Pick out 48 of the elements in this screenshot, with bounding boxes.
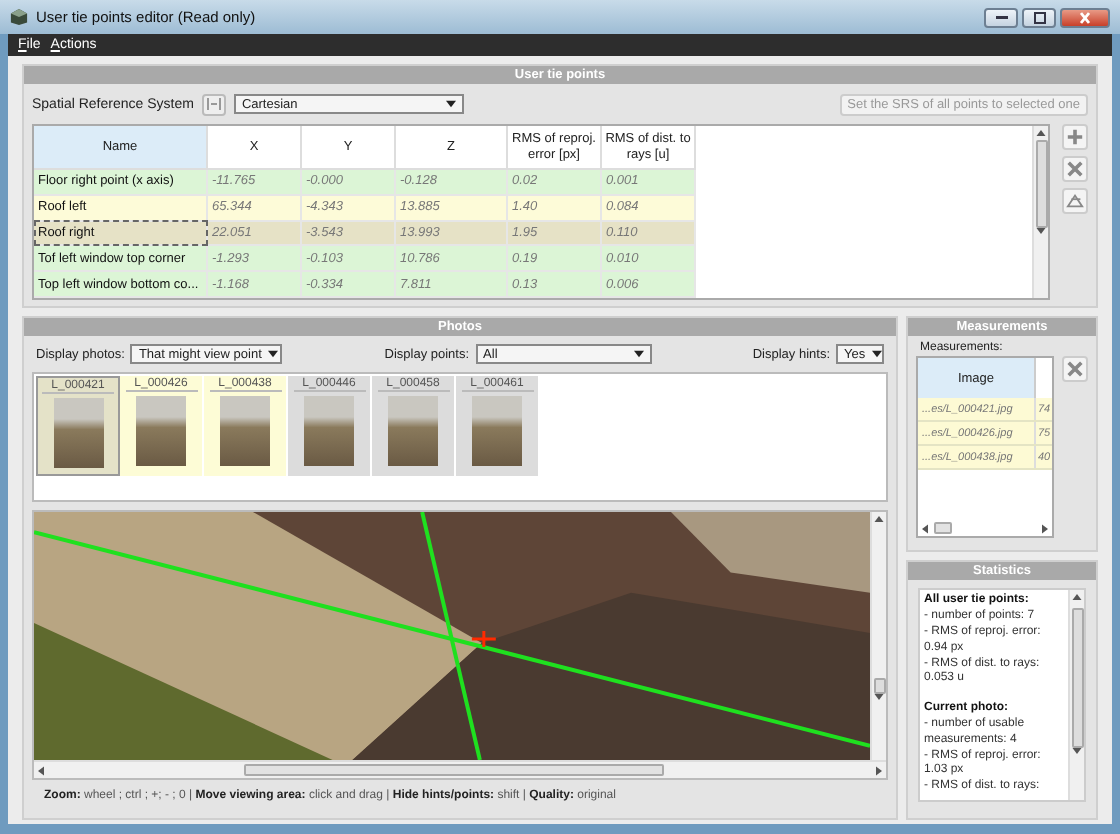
caret-icon — [633, 350, 644, 358]
photo-placeholder — [136, 396, 186, 466]
arrow-right-icon — [1042, 523, 1049, 534]
scroll-thumb[interactable] — [934, 522, 952, 535]
delete-button[interactable] — [1062, 356, 1088, 382]
caret-icon — [445, 100, 456, 108]
maximize-button[interactable] — [1022, 7, 1056, 27]
cube-icon — [10, 8, 28, 26]
scrollbar[interactable] — [870, 512, 886, 760]
scrollbar[interactable] — [1068, 590, 1084, 800]
cross-icon — [1066, 360, 1085, 378]
arrow-down-icon — [1036, 228, 1046, 234]
tie-point-marker — [470, 629, 498, 649]
arrow-down-icon — [1072, 748, 1082, 755]
arrow-up-icon — [1036, 130, 1046, 136]
photo-placeholder — [472, 396, 522, 466]
arrow-up-icon — [874, 516, 884, 522]
minimize-button[interactable] — [984, 7, 1018, 27]
arrow-left-icon — [38, 765, 44, 775]
srs-picker-button[interactable] — [201, 93, 226, 115]
close-icon — [1080, 11, 1090, 23]
photo-placeholder — [53, 398, 103, 468]
minimize-icon — [995, 15, 1007, 19]
photo-placeholder — [220, 396, 270, 466]
bracket-icon — [205, 98, 222, 110]
arrow-right-icon — [876, 765, 882, 775]
scrollbar[interactable] — [1032, 126, 1048, 298]
scroll-thumb[interactable] — [873, 678, 885, 694]
plus-icon — [1066, 128, 1084, 146]
caret-icon — [267, 350, 278, 358]
photo-placeholder — [304, 396, 354, 466]
arrow-left-icon — [922, 523, 928, 534]
delete-button[interactable] — [1062, 156, 1088, 182]
photo-placeholder — [388, 396, 438, 466]
maximize-icon — [1033, 11, 1045, 23]
scroll-thumb[interactable] — [1071, 608, 1083, 749]
transform-button[interactable] — [1062, 188, 1088, 214]
arrow-down-icon — [874, 694, 884, 700]
scroll-thumb[interactable] — [244, 764, 664, 776]
scroll-thumb[interactable] — [1035, 140, 1047, 228]
caret-icon — [871, 350, 882, 358]
arrow-up-icon — [1072, 594, 1082, 601]
close-button[interactable] — [1060, 7, 1110, 27]
add-button[interactable] — [1062, 124, 1088, 150]
triangle-icon — [1066, 192, 1084, 210]
cross-icon — [1066, 160, 1084, 178]
scrollbar[interactable] — [918, 520, 1053, 537]
scrollbar[interactable] — [34, 760, 886, 778]
